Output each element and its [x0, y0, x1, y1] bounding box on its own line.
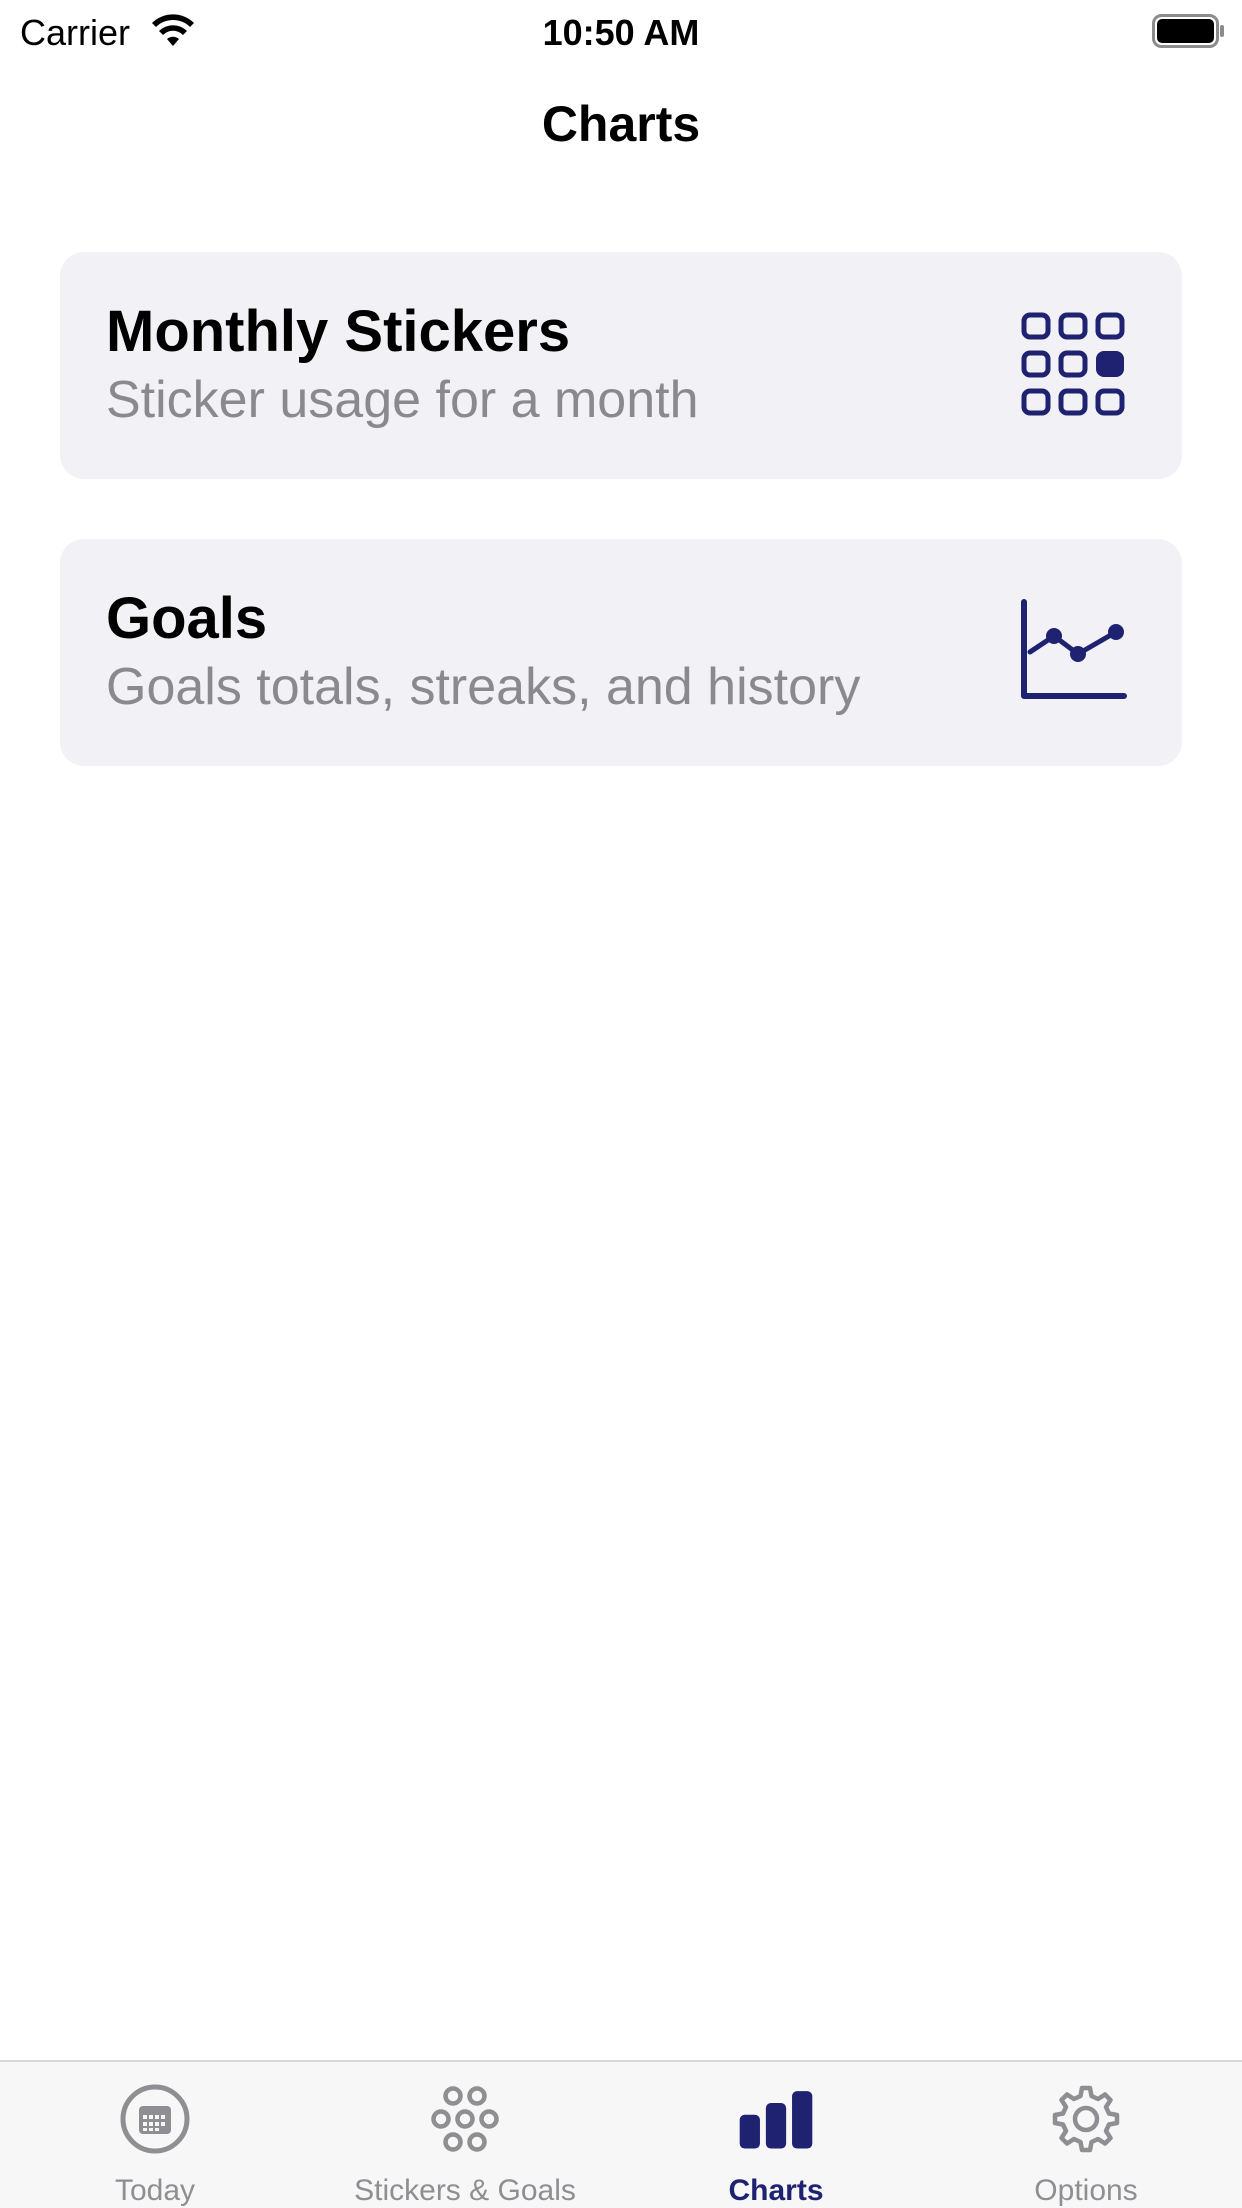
- tab-label: Today: [114, 2174, 196, 2207]
- tab-charts[interactable]: Charts: [621, 2062, 931, 2208]
- card-title: Goals: [106, 586, 268, 651]
- tab-today[interactable]: Today: [0, 2062, 310, 2208]
- battery-icon: [1152, 14, 1224, 48]
- card-subtitle: Sticker usage for a month: [106, 371, 699, 429]
- monthly-stickers-card[interactable]: Monthly Stickers Sticker usage for a mon…: [60, 252, 1182, 479]
- tab-bar: Today Stickers & Goals Charts Options: [0, 2060, 1242, 2208]
- tab-label: Stickers & Goals: [354, 2174, 576, 2207]
- screen: Carrier 10:50 AM Charts Monthly Stickers…: [0, 0, 1242, 2208]
- calendar-icon: [120, 2084, 190, 2154]
- flower-icon: [431, 2086, 499, 2152]
- line-chart-icon: [1021, 599, 1127, 699]
- tab-label: Charts: [728, 2174, 824, 2207]
- grid-icon: [1021, 312, 1125, 416]
- gear-icon: [1052, 2085, 1120, 2153]
- tab-options[interactable]: Options: [931, 2062, 1241, 2208]
- card-subtitle: Goals totals, streaks, and history: [106, 658, 861, 716]
- bar-chart-icon: [739, 2091, 813, 2149]
- status-bar: Carrier 10:50 AM: [0, 0, 1242, 64]
- status-time: 10:50 AM: [542, 12, 700, 53]
- page-title: Charts: [541, 96, 701, 152]
- card-title: Monthly Stickers: [106, 299, 571, 364]
- tab-label: Options: [1034, 2174, 1138, 2207]
- tab-stickers-goals[interactable]: Stickers & Goals: [310, 2062, 620, 2208]
- goals-card[interactable]: Goals Goals totals, streaks, and history: [60, 539, 1182, 766]
